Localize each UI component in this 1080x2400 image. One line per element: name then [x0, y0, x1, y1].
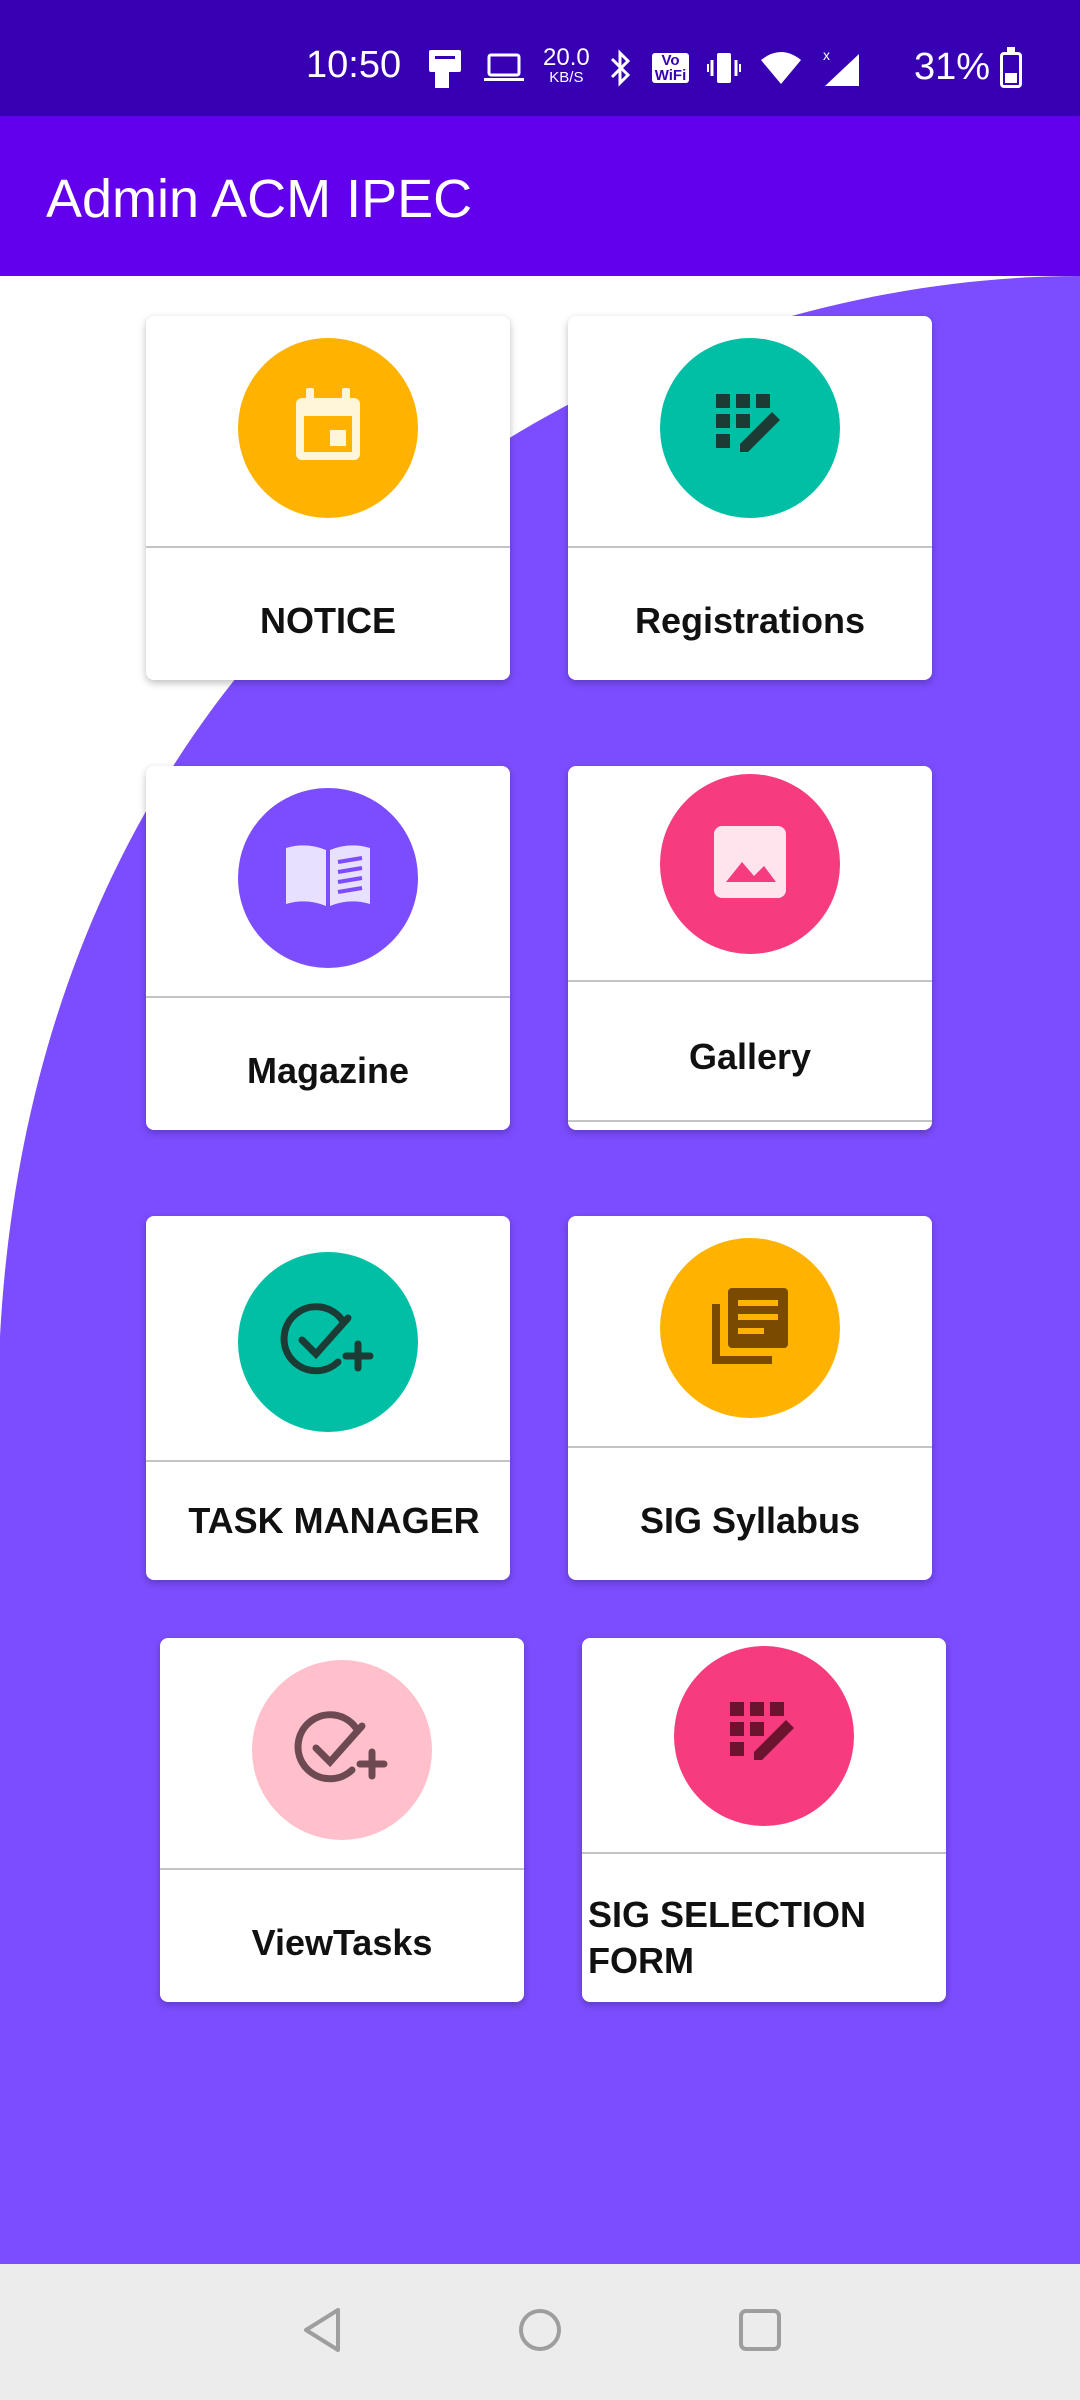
registrations-icon-circle: [660, 338, 840, 518]
back-icon: [300, 2306, 344, 2359]
library-books-icon: [708, 1284, 792, 1373]
status-icons: 20.0 KB/S Vo WiFi x: [425, 44, 861, 92]
gallery-icon-circle: [660, 774, 840, 954]
sig-selection-form-icon-circle: [674, 1646, 854, 1826]
card-divider: [146, 996, 510, 998]
card-divider-bottom: [568, 1120, 932, 1122]
book-icon: [282, 840, 374, 917]
task-manager-icon-circle: [238, 1252, 418, 1432]
sig-syllabus-card[interactable]: SIG Syllabus: [568, 1216, 932, 1580]
task-add-icon: [294, 1708, 390, 1793]
magazine-card[interactable]: Magazine: [146, 766, 510, 1130]
recents-icon: [737, 2307, 783, 2358]
navigation-bar: [0, 2264, 1080, 2400]
view-tasks-label: ViewTasks: [251, 1922, 433, 1963]
status-time: 10:50: [306, 44, 402, 86]
magazine-icon-circle: [238, 788, 418, 968]
network-speed: 20.0 KB/S: [543, 44, 590, 87]
task-manager-label: TASK MANAGER: [188, 1500, 480, 1541]
app-title: Admin ACM IPEC: [46, 169, 473, 229]
recents-button[interactable]: [732, 2304, 788, 2360]
wifi-icon: [759, 50, 803, 86]
status-bar: 10:50 20.0 KB/S Vo WiFi x 31%: [0, 0, 1080, 116]
vibrate-icon: [707, 50, 742, 86]
home-button[interactable]: [512, 2304, 568, 2360]
home-icon: [516, 2306, 564, 2359]
notice-label: NOTICE: [259, 600, 396, 641]
vowifi-icon: Vo WiFi: [651, 53, 690, 83]
image-icon: [712, 824, 788, 905]
registrations-card[interactable]: Registrations: [568, 316, 932, 680]
laptop-icon: [483, 52, 525, 84]
app-bar: Admin ACM IPEC: [0, 116, 1080, 276]
back-button[interactable]: [294, 2304, 350, 2360]
sig-selection-form-card[interactable]: SIG SELECTION FORM: [582, 1638, 946, 2002]
task-manager-card[interactable]: TASK MANAGER: [146, 1216, 510, 1580]
card-divider: [568, 980, 932, 982]
edit-grid-icon: [712, 388, 788, 469]
signal-icon: x: [821, 48, 861, 88]
bluetooth-icon: [608, 49, 634, 87]
svg-text:x: x: [823, 48, 830, 63]
dashboard-content: NOTICE Registrations Magazine Gallery TA…: [0, 276, 1080, 2264]
sig-selection-form-label: SIG SELECTION FORM: [588, 1894, 867, 1981]
card-divider: [568, 546, 932, 548]
card-divider: [160, 1868, 524, 1870]
card-divider: [582, 1852, 946, 1854]
data-saver-icon: [425, 46, 465, 90]
battery-percent: 31%: [914, 46, 991, 88]
view-tasks-icon-circle: [252, 1660, 432, 1840]
calendar-icon: [290, 386, 366, 471]
view-tasks-card[interactable]: ViewTasks: [160, 1638, 524, 2002]
battery-icon: [1000, 47, 1022, 88]
registrations-label: Registrations: [634, 600, 866, 641]
task-add-icon: [280, 1300, 376, 1385]
magazine-label: Magazine: [246, 1050, 410, 1091]
sig-syllabus-label: SIG Syllabus: [639, 1500, 861, 1541]
gallery-card[interactable]: Gallery: [568, 766, 932, 1130]
edit-grid-icon: [726, 1696, 802, 1777]
gallery-label: Gallery: [688, 1036, 812, 1077]
card-divider: [146, 546, 510, 548]
card-divider: [568, 1446, 932, 1448]
notice-icon-circle: [238, 338, 418, 518]
notice-card[interactable]: NOTICE: [146, 316, 510, 680]
card-divider: [146, 1460, 510, 1462]
sig-syllabus-icon-circle: [660, 1238, 840, 1418]
